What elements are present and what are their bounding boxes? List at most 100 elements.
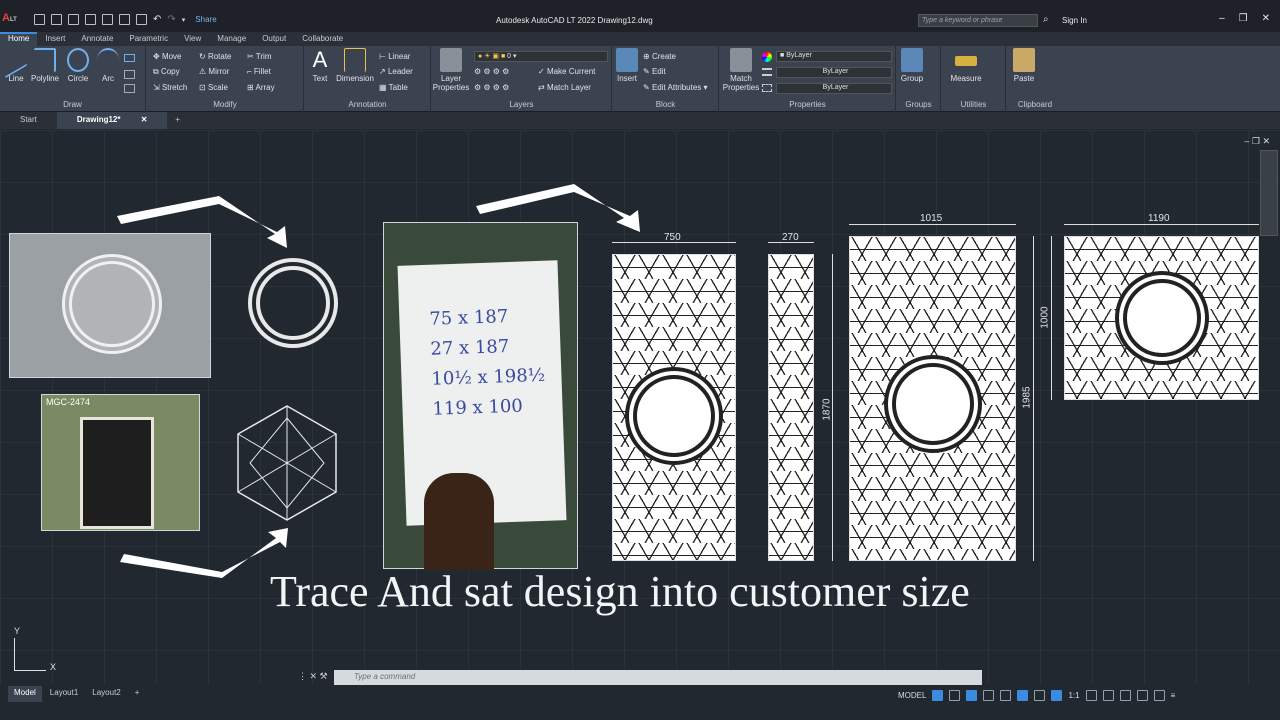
navigation-bar[interactable] — [1260, 150, 1278, 236]
tab-collaborate[interactable]: Collaborate — [294, 32, 351, 46]
circle-button[interactable]: Circle — [62, 48, 94, 83]
leader-button[interactable]: ↗ Leader — [379, 67, 413, 76]
mirror-button[interactable]: ⚠ Mirror — [199, 67, 229, 76]
sign-in-button[interactable]: Sign In — [1062, 16, 1087, 25]
save-web-icon[interactable] — [119, 14, 130, 25]
array-button[interactable]: ⊞ Array — [247, 83, 275, 92]
autocad-logo[interactable]: ALT — [2, 12, 17, 24]
tab-parametric[interactable]: Parametric — [121, 32, 176, 46]
tab-drawing12[interactable]: Drawing12* ✕ — [56, 112, 168, 129]
isodraft-icon[interactable] — [1017, 689, 1029, 701]
make-current-button[interactable]: ✓ Make Current — [538, 67, 595, 76]
draw-panel-label[interactable]: Draw — [0, 100, 145, 109]
chevron-down-icon[interactable]: ▾ — [182, 16, 186, 24]
tab-annotate[interactable]: Annotate — [73, 32, 121, 46]
dim-270[interactable]: 270 — [782, 232, 799, 243]
tab-view[interactable]: View — [176, 32, 209, 46]
open-icon[interactable] — [51, 14, 62, 25]
table-button[interactable]: ▦ Table — [379, 83, 408, 92]
save-icon[interactable] — [68, 14, 79, 25]
osnap-icon[interactable] — [1000, 689, 1012, 701]
polar-icon[interactable] — [983, 689, 995, 701]
new-icon[interactable] — [34, 14, 45, 25]
create-button[interactable]: ⊕ Create — [643, 52, 676, 61]
plus-icon[interactable] — [1102, 689, 1114, 701]
insert-button[interactable]: Insert — [613, 48, 641, 83]
new-tab-icon[interactable]: + — [167, 112, 188, 129]
search-icon[interactable]: ⌕ — [1043, 14, 1049, 25]
dim-1870[interactable]: 1870 — [822, 398, 833, 420]
panel-270x1870[interactable] — [768, 254, 814, 561]
trim-button[interactable]: ✂ Trim — [247, 52, 271, 61]
fillet-button[interactable]: ⌐ Fillet — [247, 67, 271, 76]
modify-panel-label[interactable]: Modify — [147, 100, 303, 109]
layer-properties-button[interactable]: Layer Properties — [432, 48, 470, 92]
scale-button[interactable]: 1:1 — [1068, 691, 1079, 700]
annotation-scale-icon[interactable] — [1051, 689, 1063, 701]
command-input[interactable]: Type a command — [334, 670, 982, 685]
linetype-dropdown[interactable]: ByLayer — [776, 83, 892, 94]
dim-1015[interactable]: 1015 — [920, 213, 942, 224]
arc-button[interactable]: Arc — [92, 48, 124, 83]
tab-manage[interactable]: Manage — [209, 32, 254, 46]
minimize-icon[interactable]: – — [1219, 13, 1225, 24]
measure-button[interactable]: Measure — [948, 48, 984, 83]
open-web-icon[interactable] — [102, 14, 113, 25]
tab-layout1[interactable]: Layout1 — [44, 686, 84, 702]
group-button[interactable]: Group — [899, 48, 925, 83]
save-as-icon[interactable] — [85, 14, 96, 25]
panel-1015x1985[interactable] — [849, 236, 1016, 561]
fullscreen-icon[interactable] — [1153, 689, 1165, 701]
groups-panel-label[interactable]: Groups — [897, 100, 940, 109]
dim-1190[interactable]: 1190 — [1148, 213, 1170, 224]
rectangle-icon[interactable] — [124, 54, 135, 62]
polyline-button[interactable]: Polyline — [28, 48, 62, 83]
close-tab-icon[interactable]: ✕ — [141, 115, 148, 124]
customize-icon[interactable]: ≡ — [1171, 691, 1176, 700]
close-icon[interactable]: ✕ — [1262, 13, 1270, 24]
grid-icon[interactable] — [932, 689, 944, 701]
dim-1985[interactable]: 1985 — [1022, 386, 1033, 408]
dimension-button[interactable]: Dimension — [335, 48, 375, 83]
paste-button[interactable]: Paste — [1009, 48, 1039, 83]
move-button[interactable]: ✥ Move — [153, 52, 182, 61]
tab-home[interactable]: Home — [0, 32, 38, 46]
undo-icon[interactable]: ↶ — [153, 14, 161, 25]
properties-panel-label[interactable]: Properties — [720, 100, 895, 109]
hardware-icon[interactable] — [1136, 689, 1148, 701]
layers-panel-label[interactable]: Layers — [432, 100, 611, 109]
plot-icon[interactable] — [136, 14, 147, 25]
rotate-button[interactable]: ↻ Rotate — [199, 52, 232, 61]
restore-icon[interactable]: ❐ — [1239, 13, 1248, 24]
layer-tools-2-icon[interactable]: ⚙ ⚙ ⚙ ⚙ — [474, 83, 509, 92]
match-layer-button[interactable]: ⇄ Match Layer — [538, 83, 591, 92]
dim-1000[interactable]: 1000 — [1040, 306, 1051, 328]
hatch-icon[interactable] — [124, 70, 135, 79]
block-panel-label[interactable]: Block — [613, 100, 718, 109]
color-dropdown[interactable]: ■ ByLayer — [776, 51, 892, 62]
lineweight-dropdown[interactable]: ByLayer — [776, 67, 892, 78]
tab-layout2[interactable]: Layout2 — [86, 686, 126, 702]
stretch-button[interactable]: ⇲ Stretch — [153, 83, 187, 92]
search-input[interactable]: Type a keyword or phrase — [918, 14, 1038, 27]
scale-button[interactable]: ⊡ Scale — [199, 83, 228, 92]
match-properties-button[interactable]: Match Properties — [722, 48, 760, 92]
copy-button[interactable]: ⧉ Copy — [153, 67, 180, 77]
edit-attributes-button[interactable]: ✎ Edit Attributes ▾ — [643, 83, 708, 92]
panel-750x1870[interactable] — [612, 254, 736, 561]
annotation-panel-label[interactable]: Annotation — [305, 100, 430, 109]
tab-model[interactable]: Model — [8, 686, 42, 702]
model-space-button[interactable]: MODEL — [898, 691, 926, 700]
text-button[interactable]: A Text — [307, 48, 333, 84]
ortho-icon[interactable] — [966, 689, 978, 701]
layer-tools-icon[interactable]: ⚙ ⚙ ⚙ ⚙ — [474, 67, 509, 76]
linear-button[interactable]: ⊢ Linear — [379, 52, 410, 61]
tab-insert[interactable]: Insert — [37, 32, 73, 46]
utilities-panel-label[interactable]: Utilities — [942, 100, 1005, 109]
redo-icon[interactable]: ↷ — [167, 14, 175, 25]
tab-output[interactable]: Output — [254, 32, 294, 46]
isolate-icon[interactable] — [1119, 689, 1131, 701]
settings-icon[interactable] — [1085, 689, 1097, 701]
draw-more-icon[interactable] — [124, 84, 135, 93]
edit-button[interactable]: ✎ Edit — [643, 67, 666, 76]
